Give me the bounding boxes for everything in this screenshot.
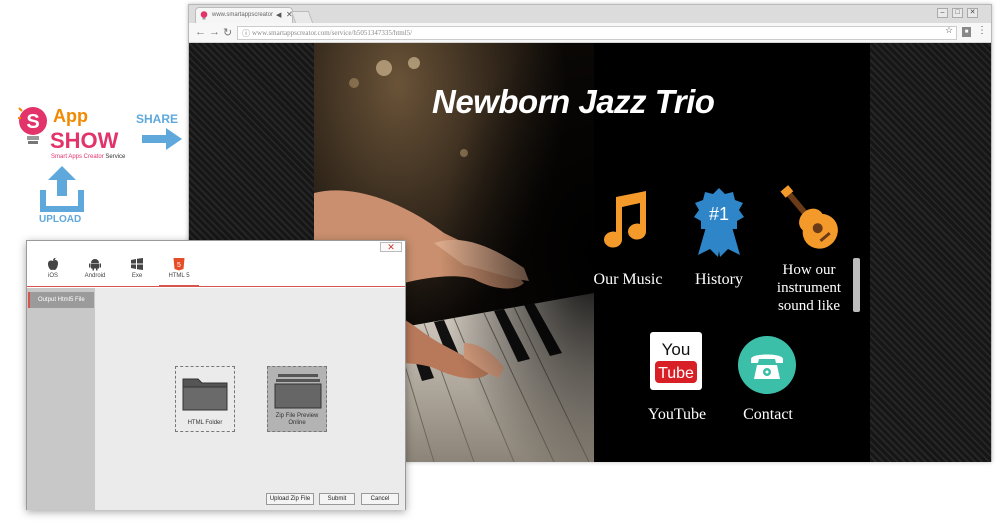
browser-menu-icon[interactable]: ⋮ xyxy=(977,25,987,36)
upload-zip-button[interactable]: Upload Zip File xyxy=(266,493,314,505)
share-label: SHARE xyxy=(136,112,179,126)
option-html-folder[interactable]: HTML Folder xyxy=(175,366,235,432)
menu-scrollbar[interactable] xyxy=(853,258,860,312)
music-note-icon[interactable] xyxy=(596,191,654,253)
tab-android[interactable]: Android xyxy=(75,257,115,279)
back-arrow-icon[interactable]: ← xyxy=(195,26,206,38)
tab-html5[interactable]: 5 HTML 5 xyxy=(159,257,199,287)
tab-ios[interactable]: iOS xyxy=(33,257,73,279)
tab-exe-label: Exe xyxy=(131,273,143,279)
browser-tab[interactable]: www.smartappscreator ◀ ✕ xyxy=(195,7,293,23)
logo-app-text: App xyxy=(53,106,88,126)
option-zip-preview[interactable]: Zip File Preview Online xyxy=(267,366,327,432)
info-icon[interactable]: ⓘ xyxy=(242,28,250,39)
app-show-logo: S App SHOW Smart Apps Creator Service xyxy=(8,98,132,166)
browser-tab-title: www.smartappscreator xyxy=(212,12,274,18)
sidebar-item-output-html5[interactable]: Output Html5 File xyxy=(28,292,94,308)
number-one-badge-icon[interactable]: #1 xyxy=(688,187,750,257)
cancel-button[interactable]: Cancel xyxy=(361,493,399,505)
menu-history[interactable]: History xyxy=(684,271,754,289)
address-url: www.smartappscreator.com/service/h505134… xyxy=(252,29,413,37)
address-bar[interactable]: ⓘ www.smartappscreator.com/service/h5051… xyxy=(237,26,957,40)
logo-show-text: SHOW xyxy=(50,128,119,153)
dialog-content: HTML Folder Zip File Preview Online Uplo… xyxy=(95,288,405,510)
youtube-logo-tube: Tube xyxy=(658,365,694,382)
tab-ios-label: iOS xyxy=(47,273,58,279)
guitar-icon[interactable] xyxy=(774,183,846,255)
zip-stack-icon xyxy=(274,374,322,409)
upload-label: UPLOAD xyxy=(39,214,82,225)
forward-arrow-icon[interactable]: → xyxy=(209,26,220,38)
share-arrow-icon xyxy=(142,128,182,150)
svg-text:S: S xyxy=(26,111,39,133)
export-dialog: ✕ iOS Android Exe 5 HTML 5 Output Html5 … xyxy=(26,240,406,510)
platform-tabs: iOS Android Exe 5 HTML 5 xyxy=(27,253,405,287)
windows-icon xyxy=(131,258,143,270)
browser-tab-bar: www.smartappscreator ◀ ✕ – □ ✕ xyxy=(189,5,991,23)
extension-icon[interactable]: ■ xyxy=(962,27,971,37)
minimize-button[interactable]: – xyxy=(937,8,948,18)
logo-tagline-brand: Smart Apps Creator xyxy=(51,154,104,160)
menu-youtube[interactable]: YouTube xyxy=(634,406,720,424)
window-close-button[interactable]: ✕ xyxy=(967,8,978,18)
youtube-logo-icon[interactable]: You Tube xyxy=(649,331,703,391)
logo-tagline: Smart Apps Creator Service xyxy=(51,154,125,160)
logo-tagline-rest: Service xyxy=(103,154,126,160)
site-title: Newborn Jazz Trio xyxy=(432,83,715,120)
app-show-favicon-icon xyxy=(200,11,208,20)
lightbulb-s-icon: S xyxy=(18,107,47,144)
menu-our-music[interactable]: Our Music xyxy=(584,271,672,289)
folder-icon xyxy=(182,378,228,411)
browser-toolbar: ← → ↻ ⓘ www.smartappscreator.com/service… xyxy=(189,23,991,43)
submit-button[interactable]: Submit xyxy=(319,493,355,505)
bookmark-star-icon[interactable]: ☆ xyxy=(945,25,953,36)
menu-contact[interactable]: Contact xyxy=(726,406,810,424)
android-icon xyxy=(89,259,101,271)
badge-number-text: #1 xyxy=(709,204,729,224)
menu-instrument-sound[interactable]: How our instrument sound like xyxy=(766,261,852,315)
option-zip-preview-label: Zip File Preview Online xyxy=(275,413,319,426)
speaker-icon[interactable]: ◀ xyxy=(276,11,281,19)
option-html-folder-label: HTML Folder xyxy=(187,420,223,426)
reload-icon[interactable]: ↻ xyxy=(223,26,232,39)
tab-exe[interactable]: Exe xyxy=(117,257,157,279)
apple-icon xyxy=(48,258,58,270)
new-tab-button[interactable] xyxy=(290,11,314,23)
tab-html5-label: HTML 5 xyxy=(168,273,190,279)
maximize-button[interactable]: □ xyxy=(952,8,963,18)
dialog-close-button[interactable]: ✕ xyxy=(380,242,402,252)
tab-android-label: Android xyxy=(84,273,106,279)
svg-text:5: 5 xyxy=(177,262,181,269)
upload-icon xyxy=(40,166,84,212)
html5-icon: 5 xyxy=(173,258,185,271)
dialog-sidebar: Output Html5 File xyxy=(27,288,95,510)
youtube-logo-you: You xyxy=(662,340,691,359)
telephone-icon[interactable] xyxy=(737,335,797,395)
